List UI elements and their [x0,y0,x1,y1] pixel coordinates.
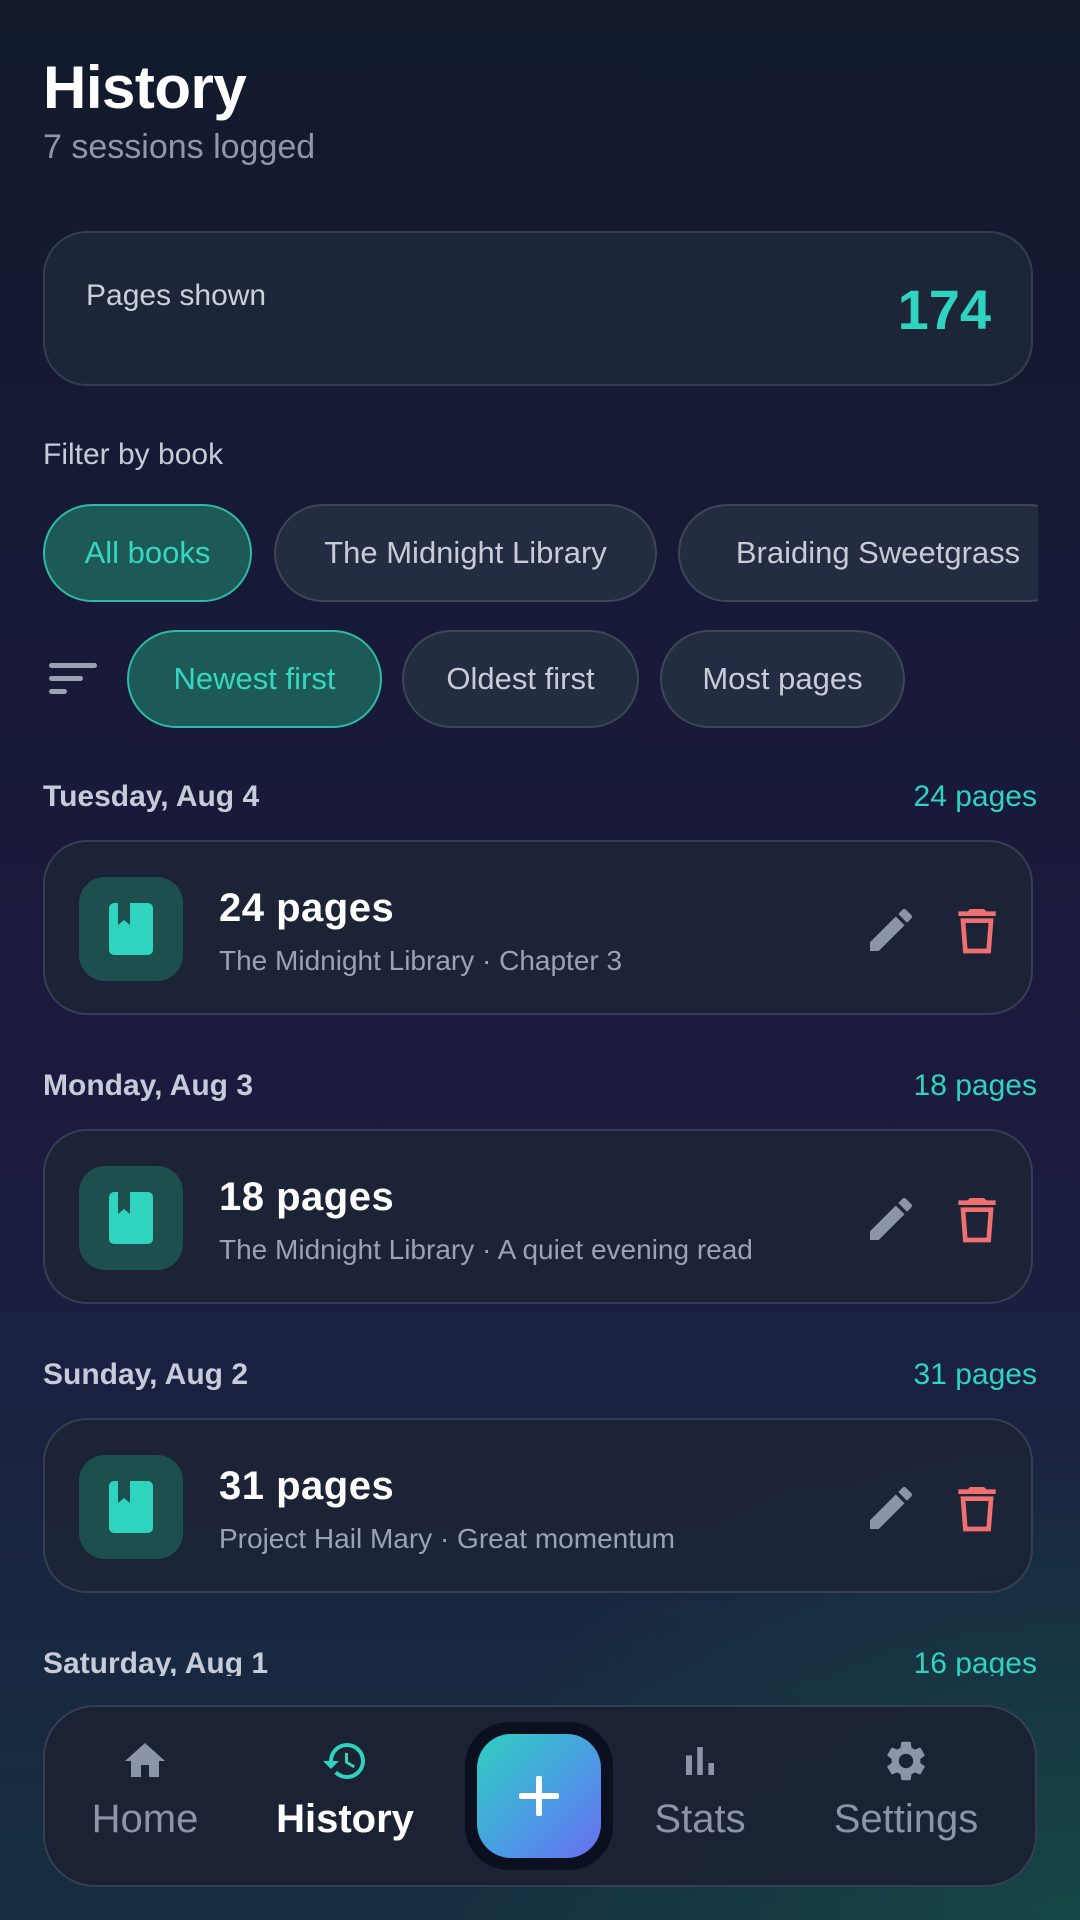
nav-settings[interactable]: Settings [821,1737,991,1842]
chip-braiding-sweetgrass[interactable]: Braiding Sweetgrass [678,504,1038,602]
day-header-total: 16 pages [913,1647,1037,1676]
chip-all-books[interactable]: All books [43,504,252,602]
day-header-date: Tuesday, Aug 4 [43,780,260,813]
edit-icon[interactable] [863,1480,919,1536]
edit-icon[interactable] [863,1191,919,1247]
book-icon [79,1455,183,1559]
session-card[interactable]: 24 pages The Midnight Library · Chapter … [43,840,1033,1015]
book-icon [79,1166,183,1270]
nav-history[interactable]: History [265,1737,425,1842]
nav-stats-label: Stats [654,1797,746,1841]
page-title: History [43,54,247,121]
gear-icon [887,1741,925,1781]
fab[interactable] [477,1734,601,1858]
edit-icon[interactable] [863,902,919,958]
nav-settings-label: Settings [833,1797,979,1841]
page-header: History 7 sessions logged [43,52,315,167]
home-icon [125,1743,165,1777]
delete-icon[interactable] [949,902,1005,958]
nav-history-label: History [276,1797,414,1841]
pages-shown-value: 174 [897,278,991,341]
sort-most-pages[interactable]: Most pages [660,630,905,728]
filter-label: Filter by book [43,438,224,471]
nav-stats[interactable]: Stats [645,1737,755,1842]
plus-icon [519,1776,559,1816]
add-session-button[interactable] [465,1722,613,1870]
history-icon [323,1743,365,1779]
session-count: 7 sessions logged [43,128,316,166]
delete-icon[interactable] [949,1480,1005,1536]
day-header-date: Monday, Aug 3 [43,1069,253,1102]
session-card[interactable]: 18 pages The Midnight Library · A quiet … [43,1129,1033,1304]
chip-midnight-library[interactable]: The Midnight Library [274,504,657,602]
day-header-total: 31 pages [913,1358,1037,1391]
pages-summary-card: Pages shown 174 [43,231,1033,386]
day-header-total: 24 pages [913,780,1037,813]
list-scroll-clip: Saturday, Aug 1 16 pages [0,1640,1080,1676]
session-detail: The Midnight Library · A quiet evening r… [219,1234,753,1265]
sort-options: Newest first Oldest first Most pages [43,630,1038,728]
book-icon [79,877,183,981]
book-filter-chips: All books The Midnight Library Braiding … [43,504,1038,602]
day-header-date: Sunday, Aug 2 [43,1358,249,1391]
nav-home[interactable]: Home [85,1737,205,1842]
sort-icon [49,663,97,694]
sort-newest-first[interactable]: Newest first [127,630,382,728]
session-pages: 24 pages [219,886,395,930]
nav-home-label: Home [91,1797,199,1841]
bar-chart-icon [686,1747,714,1775]
pages-shown-label: Pages shown [86,279,267,312]
bottom-nav: Home History Stats Settings [43,1705,1037,1887]
delete-icon[interactable] [949,1191,1005,1247]
day-header-date: Saturday, Aug 1 [43,1647,269,1676]
day-header-total: 18 pages [913,1069,1037,1102]
session-detail: Project Hail Mary · Great momentum [219,1523,675,1554]
session-detail: The Midnight Library · Chapter 3 [219,945,623,976]
session-pages: 18 pages [219,1175,395,1219]
sort-oldest-first[interactable]: Oldest first [402,630,639,728]
session-card[interactable]: 31 pages Project Hail Mary · Great momen… [43,1418,1033,1593]
session-pages: 31 pages [219,1464,395,1508]
